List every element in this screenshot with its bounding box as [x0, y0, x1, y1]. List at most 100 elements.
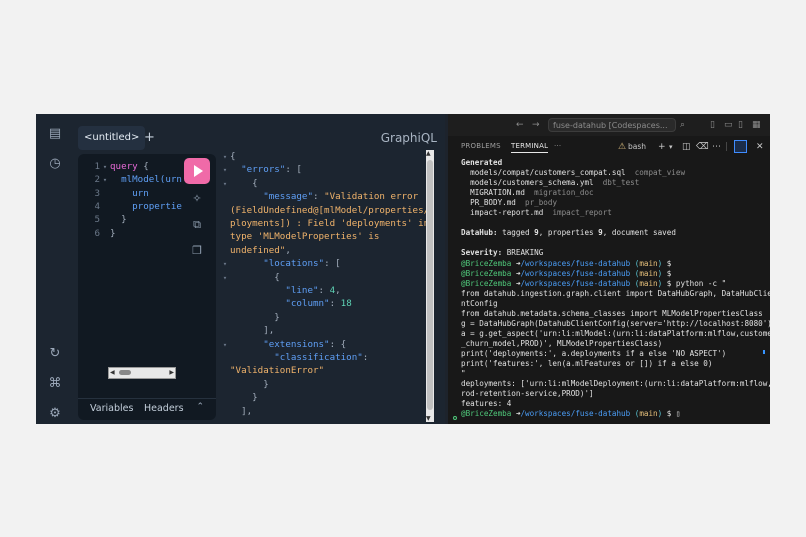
graphiql-window: ▤ ◷ ↻ ⌘ ⚙ <untitled> + GraphiQL 1 ▾ query … [36, 114, 445, 424]
terminal-output[interactable]: Generated models/compat/customers_compat… [448, 158, 770, 424]
prettify-icon[interactable]: ✧ [190, 192, 204, 206]
terminal-text: rod-retention-service,PROD)'] [461, 389, 594, 399]
panel-more-icon[interactable]: ⋯ [712, 140, 721, 154]
add-tab-button[interactable]: + [144, 126, 155, 150]
code-token: "ValidationError" [230, 365, 325, 377]
code-token: { [230, 177, 258, 189]
trash-icon[interactable]: ⌫ [696, 140, 709, 154]
response-line: ▾ "extensions": { [220, 338, 346, 351]
response-line: ▾ "errors": [ [220, 163, 302, 176]
terminal-text: ( [630, 268, 640, 278]
history-icon[interactable]: ◷ [47, 156, 63, 172]
fold-toggle-icon[interactable]: ▾ [220, 272, 230, 285]
terminal-line: " [461, 369, 466, 379]
run-query-button[interactable] [184, 158, 210, 184]
response-line: } [220, 378, 269, 391]
close-panel-icon[interactable]: ✕ [756, 140, 764, 154]
response-line: (FieldUndefined@[mlModel/properties/de [220, 204, 432, 217]
forward-arrow-icon[interactable]: → [532, 118, 540, 132]
terminal-text: @BriceZemba [461, 409, 516, 419]
terminal-text: _churn_model,PROD)', MLModelPropertiesCl… [461, 338, 663, 348]
vscode-window: ← → fuse-datahub [Codespaces... ⌕ ▯ ▭ ▯ … [448, 114, 770, 424]
toggle-sidebar-icon[interactable]: ▯ [710, 118, 715, 132]
command-center[interactable]: fuse-datahub [Codespaces... [548, 118, 676, 132]
code-line[interactable]: 1 ▾ query { [78, 160, 148, 174]
refetch-schema-icon[interactable]: ↻ [47, 346, 63, 362]
split-terminal-icon[interactable]: ◫ [682, 140, 691, 154]
tab-untitled[interactable]: <untitled> [78, 126, 146, 150]
response-scrollbar[interactable]: ▲ ▼ [426, 150, 434, 422]
response-line: ployments]) : Field 'deployments' in [220, 217, 429, 230]
horizontal-scrollbar[interactable]: ◀ ▶ [108, 367, 176, 379]
scroll-thumb[interactable] [427, 160, 433, 410]
customize-layout-icon[interactable]: ▦ [752, 118, 761, 132]
new-terminal-icon[interactable]: + [658, 140, 666, 154]
docs-icon[interactable]: ▤ [47, 126, 63, 142]
scroll-down-icon[interactable]: ▼ [426, 415, 431, 422]
terminal-text: from datahub.metadata.schema_classes imp… [461, 308, 763, 318]
code-line[interactable]: 4 propertie [78, 200, 182, 213]
terminal-text: ( [630, 278, 640, 288]
fold-toggle-icon[interactable]: ▾ [220, 339, 230, 352]
fold-toggle-icon[interactable]: ▾ [220, 151, 230, 164]
merge-fragments-icon[interactable]: ⧉ [190, 218, 204, 232]
tab-problems[interactable]: PROBLEMS [461, 142, 501, 150]
toggle-secondary-sidebar-icon[interactable]: ▯ [738, 118, 743, 132]
code-line[interactable]: 2 ▾ mlModel(urn [78, 173, 181, 187]
code-token: { [230, 271, 280, 283]
query-editor[interactable]: 1 ▾ query {2 ▾ mlModel(urn 3 urn 4 propertie 5… [78, 154, 216, 420]
code-token: undefined" [230, 244, 286, 256]
shortcuts-icon[interactable]: ⌘ [47, 376, 63, 392]
response-line: "line": 4, [220, 284, 341, 297]
settings-gear-icon[interactable]: ⚙ [47, 406, 63, 422]
copy-query-icon[interactable]: ❐ [190, 244, 204, 258]
line-number: 4 [94, 200, 100, 212]
tab-terminal[interactable]: TERMINAL [511, 142, 549, 153]
code-token: { [230, 151, 236, 162]
terminal-line: DataHub: tagged 9, properties 9, documen… [461, 228, 676, 238]
fold-toggle-icon[interactable]: ▾ [220, 164, 230, 177]
copilot-icon[interactable]: ⌕ [680, 118, 685, 132]
terminal-dropdown-icon[interactable]: ▾ [669, 140, 673, 154]
scroll-thumb[interactable] [119, 370, 131, 375]
terminal-text: print('features:', len(a.mlFeatures or [… [461, 359, 713, 368]
terminal-text: models/customers_schema.yml [461, 178, 603, 188]
terminal-text: impact-report.md [461, 208, 553, 218]
terminal-shell-label[interactable]: bash [628, 140, 646, 154]
terminal-text: /workspaces/fuse-datahub [520, 258, 631, 268]
scroll-left-icon[interactable]: ◀ [110, 368, 115, 378]
terminal-text: tagged [497, 228, 535, 238]
code-token: "extensions" [263, 338, 330, 350]
more-tabs-icon[interactable]: ··· [554, 142, 561, 150]
response-viewer: ▾{▾ "errors": [▾ { "message": "Validatio… [220, 150, 432, 420]
line-number: 5 [94, 214, 100, 226]
fold-toggle-icon[interactable]: ▾ [100, 174, 110, 187]
code-token: propertie [110, 200, 182, 212]
code-token: (FieldUndefined@[mlModel/properties/de [230, 204, 432, 216]
code-token: , [335, 285, 341, 296]
terminal-text: Severity: [461, 248, 503, 258]
response-line: "ValidationError" [220, 364, 324, 377]
code-line[interactable]: 3 urn [78, 187, 148, 200]
headers-tab[interactable]: Headers [144, 403, 184, 414]
maximize-panel-icon[interactable] [734, 140, 747, 153]
toggle-panel-icon[interactable]: ▭ [724, 118, 733, 132]
chevron-up-icon[interactable]: ⌃ [196, 402, 204, 412]
scroll-right-icon[interactable]: ▶ [169, 368, 174, 378]
fold-toggle-icon[interactable]: ▾ [220, 178, 230, 191]
variables-tab[interactable]: Variables [90, 403, 133, 414]
terminal-text: from datahub.ingestion.graph.client impo… [461, 288, 770, 298]
fold-toggle-icon[interactable]: ▾ [220, 258, 230, 271]
fold-toggle-icon[interactable]: ▾ [100, 161, 110, 174]
code-line[interactable]: 6} [78, 227, 115, 240]
back-arrow-icon[interactable]: ← [516, 118, 524, 132]
terminal-text: , document saved [602, 228, 676, 238]
terminal-line: ntConfig [461, 299, 498, 309]
code-token: : { [329, 338, 347, 350]
code-token: "column" [285, 298, 330, 310]
terminal-text: main [639, 409, 658, 419]
scroll-up-icon[interactable]: ▲ [426, 150, 431, 157]
code-line[interactable]: 5 } [78, 213, 126, 226]
